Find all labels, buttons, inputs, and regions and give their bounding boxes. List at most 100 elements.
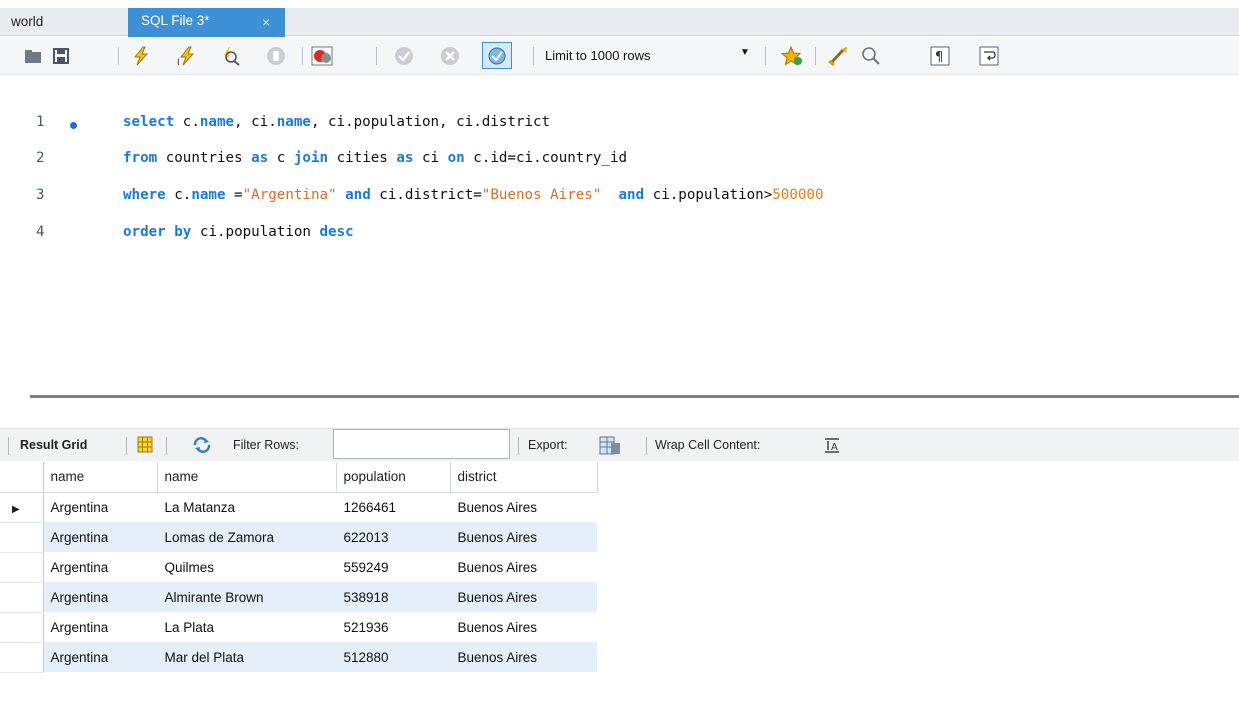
add-bookmark-icon[interactable] [781, 45, 803, 67]
column-header-name[interactable]: name [43, 462, 158, 493]
table-cell[interactable]: Argentina [43, 492, 157, 522]
column-header-population[interactable]: population [336, 462, 451, 493]
table-cell[interactable]: Argentina [43, 552, 157, 582]
rollback-icon[interactable] [439, 45, 461, 67]
table-cell[interactable]: 512880 [336, 642, 450, 672]
svg-text:A: A [831, 442, 838, 453]
wrap-cell-icon[interactable]: A [824, 438, 840, 456]
column-header-name[interactable]: name [157, 462, 337, 493]
table-cell[interactable]: 559249 [336, 552, 450, 582]
toolbar-separator [126, 437, 127, 455]
table-cell[interactable]: 538918 [336, 582, 450, 612]
table-row[interactable]: Argentina Quilmes 559249 Buenos Aires [0, 552, 597, 583]
tab-world[interactable]: world [0, 8, 128, 36]
stop-icon[interactable] [265, 45, 287, 67]
filter-rows-input[interactable] [333, 429, 510, 459]
table-cell[interactable]: Buenos Aires [450, 642, 597, 672]
table-cell[interactable]: Almirante Brown [157, 582, 336, 612]
tab-strip: world SQL File 3* × [0, 8, 1239, 37]
table-cell[interactable]: Argentina [43, 612, 157, 642]
row-header[interactable] [0, 642, 44, 673]
wrap-cell-content-label: Wrap Cell Content: [655, 438, 761, 452]
table-cell[interactable]: Buenos Aires [450, 552, 597, 582]
table-cell[interactable]: Mar del Plata [157, 642, 336, 672]
row-header[interactable]: ▶ [0, 492, 44, 523]
toolbar-separator [815, 47, 816, 65]
table-cell[interactable]: Buenos Aires [450, 612, 597, 642]
execute-icon[interactable] [130, 45, 152, 67]
table-row[interactable]: Argentina Lomas de Zamora 622013 Buenos … [0, 522, 597, 553]
form-editor-icon[interactable] [137, 436, 153, 456]
line-number: 4 [36, 224, 45, 240]
code-text[interactable]: order by ci.population desc [123, 224, 354, 240]
code-text[interactable]: where c.name ="Argentina" and ci.distric… [123, 187, 823, 203]
row-header[interactable] [0, 552, 44, 583]
toolbar-separator [518, 437, 519, 455]
table-cell[interactable]: Buenos Aires [450, 522, 597, 552]
invisible-chars-icon[interactable]: ¶ [929, 45, 951, 67]
folder-open-icon[interactable] [22, 45, 44, 67]
limit-rows-value: Limit to 1000 rows [545, 48, 651, 63]
toolbar-separator [8, 437, 9, 455]
filter-rows-label: Filter Rows: [233, 438, 299, 452]
toolbar-separator [533, 47, 534, 65]
refresh-icon[interactable] [192, 437, 212, 456]
sql-editor[interactable]: 1 select c.name, ci.name, ci.population,… [0, 76, 1239, 394]
line-number: 1 [36, 114, 45, 130]
close-tab-icon[interactable]: × [262, 14, 270, 30]
commit-icon[interactable] [393, 45, 415, 67]
find-icon[interactable] [860, 45, 882, 67]
beautify-icon[interactable] [828, 45, 850, 67]
table-cell[interactable]: Argentina [43, 522, 157, 552]
table-cell[interactable]: Buenos Aires [450, 492, 597, 522]
table-row[interactable]: Argentina La Plata 521936 Buenos Aires [0, 612, 597, 643]
code-line[interactable]: 2 from countries as c join cities as ci … [0, 148, 1239, 174]
tab-label: SQL File 3* [141, 13, 210, 28]
code-line[interactable]: 3 where c.name ="Argentina" and ci.distr… [0, 185, 1239, 211]
line-number: 2 [36, 150, 45, 166]
code-text[interactable]: select c.name, ci.name, ci.population, c… [123, 114, 550, 130]
table-cell[interactable]: Quilmes [157, 552, 336, 582]
table-cell[interactable]: La Plata [157, 612, 336, 642]
table-cell[interactable]: Argentina [43, 582, 157, 612]
row-header[interactable] [0, 522, 44, 553]
word-wrap-icon[interactable] [978, 45, 1000, 67]
svg-text:I: I [177, 58, 180, 66]
result-toolbar: Result Grid Filter Rows: Export: Wrap Ce… [0, 428, 1239, 461]
export-icon[interactable] [599, 434, 621, 459]
table-row[interactable]: Argentina Mar del Plata 512880 Buenos Ai… [0, 642, 597, 673]
table-row[interactable]: Argentina Almirante Brown 538918 Buenos … [0, 582, 597, 613]
table-row[interactable]: ▶ Argentina La Matanza 1266461 Buenos Ai… [0, 492, 597, 523]
current-row-arrow-icon: ▶ [12, 503, 20, 515]
autocommit-icon[interactable] [482, 42, 512, 69]
result-grid-tab[interactable]: Result Grid [20, 438, 87, 452]
table-cell[interactable]: Lomas de Zamora [157, 522, 336, 552]
table-cell[interactable]: Buenos Aires [450, 582, 597, 612]
code-line[interactable]: 4 order by ci.population desc [0, 222, 1239, 248]
editor-toolbar: I Limit to 1000 rows ▼ ¶ [0, 37, 1239, 75]
row-header[interactable] [0, 612, 44, 643]
toolbar-separator [166, 437, 167, 455]
result-grid[interactable]: name name population district ▶ Argentin… [0, 462, 598, 673]
code-text[interactable]: from countries as c join cities as ci on… [123, 150, 627, 166]
panel-splitter[interactable] [30, 395, 1239, 398]
grid-header-row: name name population district [0, 462, 598, 493]
code-line[interactable]: 1 select c.name, ci.name, ci.population,… [0, 112, 1239, 138]
column-header-district[interactable]: district [450, 462, 598, 493]
explain-icon[interactable] [219, 45, 241, 67]
save-icon[interactable] [50, 45, 72, 67]
tab-sql-file-3[interactable]: SQL File 3* × [128, 8, 285, 37]
limit-rows-select[interactable]: Limit to 1000 rows ▼ [545, 46, 757, 66]
row-header-corner [0, 462, 44, 493]
line-number: 3 [36, 187, 45, 203]
table-cell[interactable]: 1266461 [336, 492, 450, 522]
table-cell[interactable]: La Matanza [157, 492, 336, 522]
error-toggle-icon[interactable] [311, 45, 333, 67]
toolbar-separator [376, 47, 377, 65]
table-cell[interactable]: 622013 [336, 522, 450, 552]
table-cell[interactable]: 521936 [336, 612, 450, 642]
row-header[interactable] [0, 582, 44, 613]
table-cell[interactable]: Argentina [43, 642, 157, 672]
execute-statement-icon[interactable]: I [176, 45, 198, 67]
svg-text:¶: ¶ [935, 50, 943, 65]
